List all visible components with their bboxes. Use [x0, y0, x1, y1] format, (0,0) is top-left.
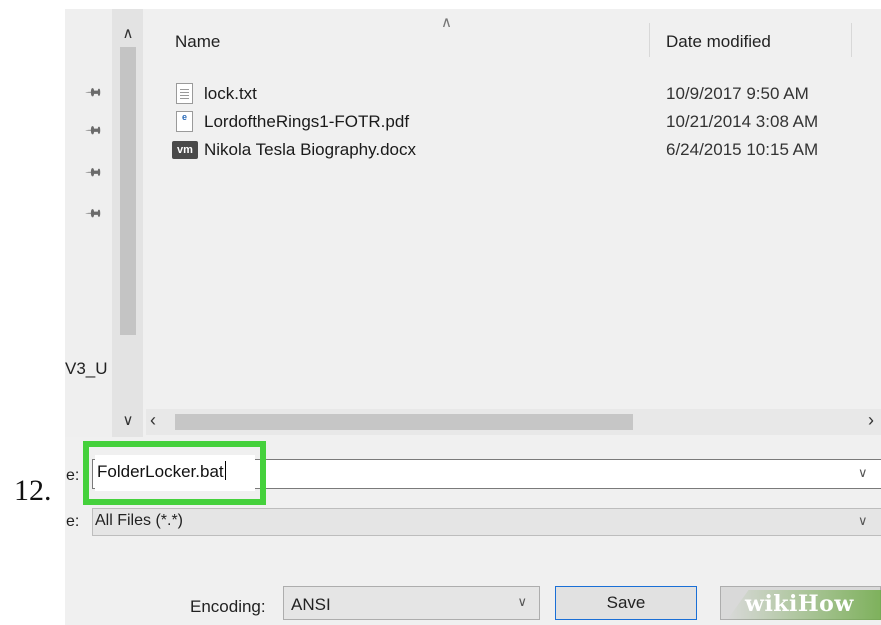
- navigation-item-label[interactable]: V3_U: [65, 359, 108, 379]
- file-list: ∧ Name Date modified lock.txt 10/9/2017 …: [146, 9, 881, 437]
- file-date: 10/9/2017 9:50 AM: [666, 84, 809, 103]
- encoding-select[interactable]: ANSI ∨: [283, 586, 540, 620]
- scroll-right-arrow-icon[interactable]: ›: [868, 410, 874, 431]
- chevron-down-icon[interactable]: ∨: [858, 513, 868, 529]
- text-caret: [224, 461, 226, 480]
- chevron-down-icon[interactable]: ∨: [858, 465, 868, 481]
- pin-icon[interactable]: 🖈︎: [79, 80, 106, 107]
- pin-icon[interactable]: 🖈︎: [79, 118, 106, 145]
- horizontal-scrollbar-thumb[interactable]: [175, 414, 633, 430]
- pin-icon[interactable]: 🖈︎: [79, 201, 106, 228]
- file-date: 10/21/2014 3:08 AM: [666, 112, 819, 131]
- vm-file-icon: vm: [172, 141, 198, 159]
- sort-ascending-icon: ∧: [441, 14, 452, 31]
- file-date: 6/24/2015 10:15 AM: [666, 140, 819, 159]
- encoding-value: ANSI: [291, 595, 331, 614]
- pdf-file-icon: e: [176, 111, 193, 132]
- step-number: 12.: [14, 474, 52, 507]
- text-file-icon: [176, 83, 193, 104]
- scroll-down-arrow-icon[interactable]: ∨: [115, 409, 141, 431]
- encoding-label: Encoding:: [190, 597, 266, 616]
- scroll-left-arrow-icon[interactable]: ‹: [150, 410, 156, 431]
- file-row-nikola-tesla-docx[interactable]: vm Nikola Tesla Biography.docx 6/24/2015…: [146, 137, 881, 163]
- chevron-down-icon: ∨: [517, 594, 527, 609]
- file-row-lordoftherings-pdf[interactable]: e LordoftheRings1-FOTR.pdf 10/21/2014 3:…: [146, 109, 881, 135]
- pin-icon[interactable]: 🖈︎: [79, 160, 106, 187]
- column-header-date-modified[interactable]: Date modified: [666, 27, 771, 57]
- wikihow-watermark-text: wikiHow: [745, 591, 854, 617]
- horizontal-scrollbar[interactable]: ‹ ›: [146, 409, 881, 435]
- save-as-type-select[interactable]: All Files (*.*): [92, 508, 881, 536]
- file-name-label: e:: [66, 467, 80, 484]
- file-name: LordoftheRings1-FOTR.pdf: [204, 112, 410, 131]
- navigation-pane: ∧ ∨ 🖈︎ 🖈︎ 🖈︎ 🖈︎ V3_U: [65, 9, 143, 437]
- column-divider[interactable]: [851, 23, 852, 57]
- save-as-type-label: e:: [66, 513, 80, 530]
- file-name: Nikola Tesla Biography.docx: [204, 140, 416, 159]
- file-name: lock.txt: [204, 84, 257, 103]
- scroll-up-arrow-icon[interactable]: ∧: [115, 22, 141, 44]
- column-header-name[interactable]: Name: [175, 27, 220, 57]
- navigation-scrollbar-thumb[interactable]: [120, 47, 136, 335]
- save-as-dialog: ∧ ∨ 🖈︎ 🖈︎ 🖈︎ 🖈︎ V3_U ∧ Name Date modifie…: [65, 9, 881, 625]
- file-row-lock-txt[interactable]: lock.txt 10/9/2017 9:50 AM: [146, 81, 881, 107]
- column-divider[interactable]: [649, 23, 650, 57]
- save-button[interactable]: Save: [555, 586, 697, 620]
- file-name-value[interactable]: FolderLocker.bat: [97, 461, 226, 482]
